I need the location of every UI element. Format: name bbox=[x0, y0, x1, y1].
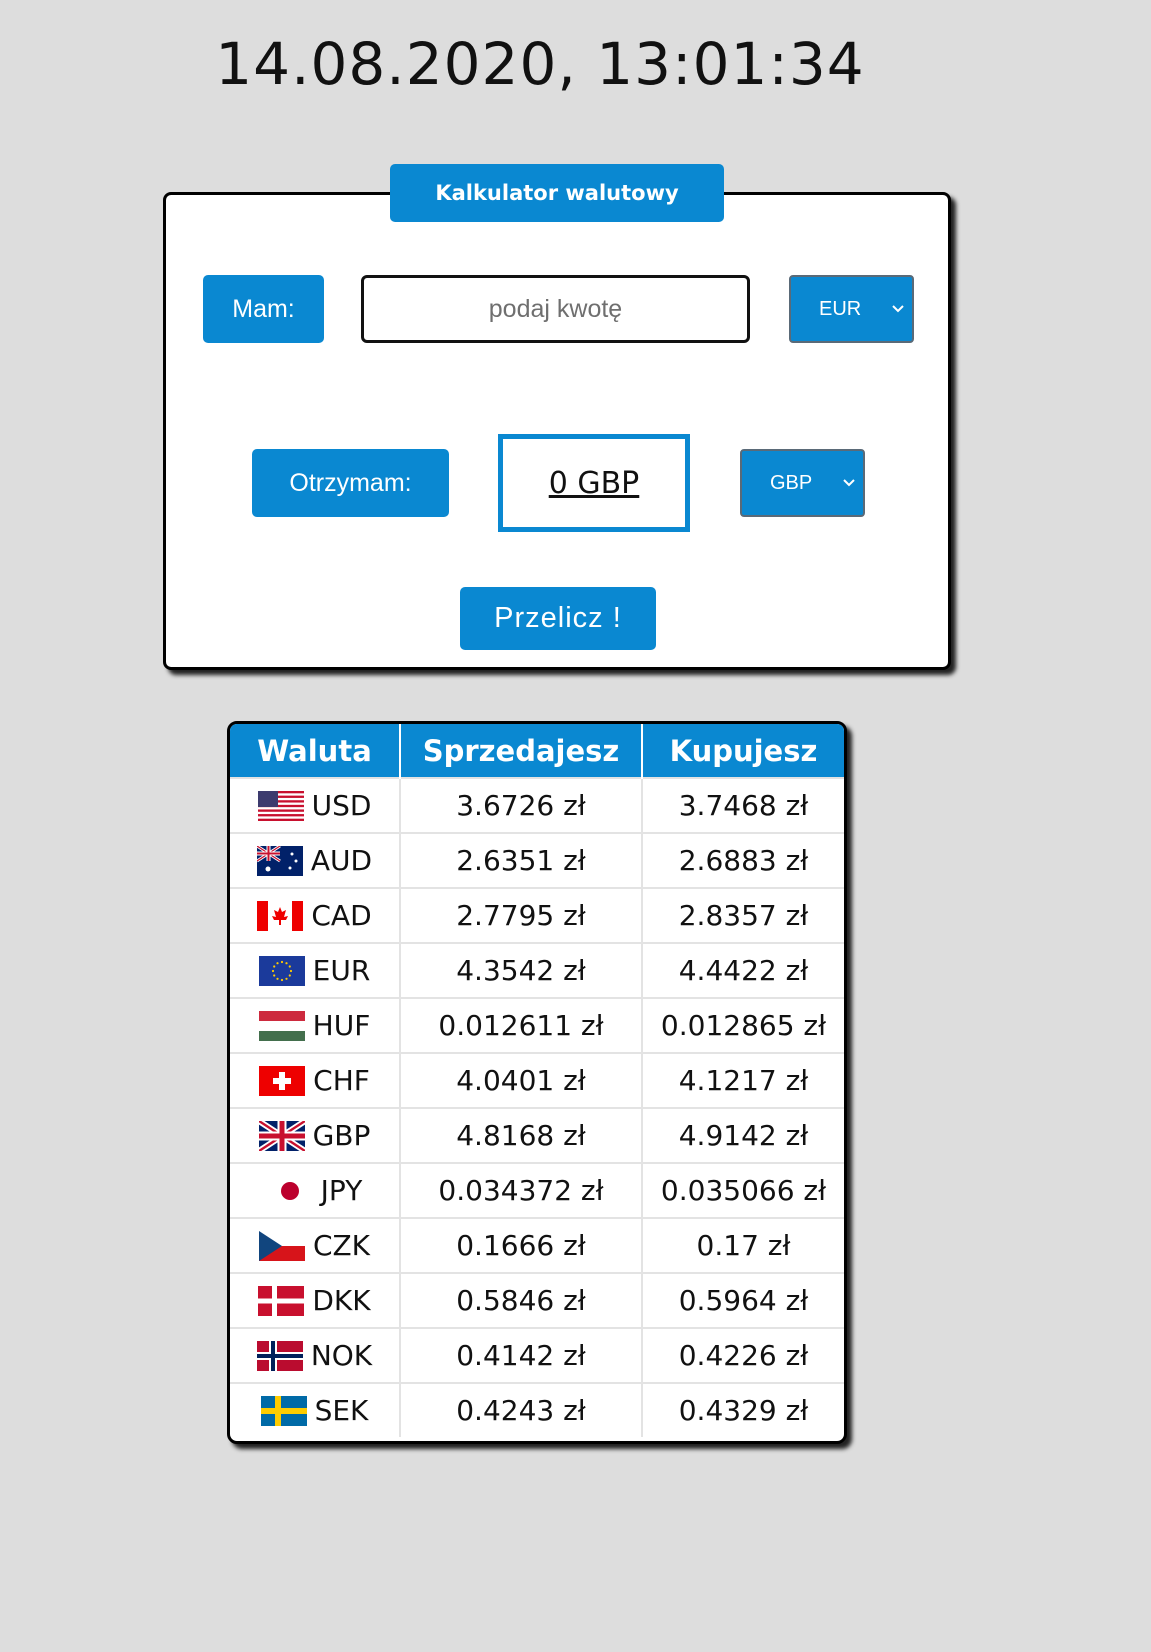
currency-code: CHF bbox=[313, 1064, 370, 1097]
currency-code: CAD bbox=[311, 899, 372, 932]
dk-flag-icon bbox=[258, 1285, 305, 1316]
table-row: DKK 0.5846 zł 0.5964 zł bbox=[230, 1272, 844, 1328]
datetime-display: 14.08.2020, 13:01:34 bbox=[215, 30, 865, 98]
buy-rate-cell: 0.5964 zł bbox=[642, 1272, 844, 1328]
table-row: CHF 4.0401 zł 4.1217 zł bbox=[230, 1052, 844, 1108]
currency-code: USD bbox=[311, 789, 372, 822]
chevron-down-icon bbox=[843, 479, 855, 487]
table-row: JPY 0.034372 zł 0.035066 zł bbox=[230, 1162, 844, 1218]
ca-flag-icon bbox=[257, 900, 304, 931]
currency-code: HUF bbox=[312, 1009, 371, 1042]
currency-code: SEK bbox=[314, 1394, 369, 1427]
table-row: AUD 2.6351 zł 2.6883 zł bbox=[230, 832, 844, 888]
sell-rate-cell: 0.1666 zł bbox=[400, 1217, 643, 1273]
table-row: GBP 4.8168 zł 4.9142 zł bbox=[230, 1107, 844, 1163]
currency-cell: CAD bbox=[230, 887, 401, 943]
sell-rate-cell: 3.6726 zł bbox=[400, 777, 643, 833]
buy-rate-cell: 0.4329 zł bbox=[642, 1382, 844, 1437]
currency-code: JPY bbox=[320, 1174, 363, 1207]
currency-cell: HUF bbox=[230, 997, 401, 1053]
convert-button[interactable]: Przelicz ! bbox=[460, 587, 656, 650]
au-flag-icon bbox=[256, 844, 303, 876]
sell-rate-cell: 2.6351 zł bbox=[400, 832, 643, 888]
sell-rate-cell: 4.3542 zł bbox=[400, 942, 643, 998]
currency-cell: JPY bbox=[230, 1162, 401, 1218]
us-flag-icon bbox=[257, 790, 304, 821]
to-currency-value: GBP bbox=[770, 471, 813, 494]
currency-cell: CHF bbox=[230, 1052, 401, 1108]
calculator-title: Kalkulator walutowy bbox=[390, 164, 724, 222]
from-currency-value: EUR bbox=[819, 297, 862, 320]
currency-cell: NOK bbox=[230, 1327, 401, 1383]
have-label: Mam: bbox=[203, 275, 324, 343]
sell-rate-cell: 2.7795 zł bbox=[400, 887, 643, 943]
conversion-result: 0 GBP bbox=[498, 434, 690, 532]
sell-rate-cell: 4.0401 zł bbox=[400, 1052, 643, 1108]
receive-label: Otrzymam: bbox=[252, 449, 449, 517]
sell-rate-cell: 0.012611 zł bbox=[400, 997, 643, 1053]
header-sell: Sprzedajesz bbox=[400, 724, 643, 778]
jp-flag-icon bbox=[266, 1175, 313, 1206]
buy-rate-cell: 3.7468 zł bbox=[642, 777, 844, 833]
sell-rate-cell: 0.5846 zł bbox=[400, 1272, 643, 1328]
currency-cell: EUR bbox=[230, 942, 401, 998]
table-row: USD 3.6726 zł 3.7468 zł bbox=[230, 777, 844, 833]
ch-flag-icon bbox=[259, 1065, 306, 1096]
eu-flag-icon bbox=[258, 955, 305, 986]
header-currency: Waluta bbox=[230, 724, 401, 778]
buy-rate-cell: 0.17 zł bbox=[642, 1217, 844, 1273]
from-currency-select[interactable]: EUR bbox=[789, 275, 914, 343]
currency-cell: GBP bbox=[230, 1107, 401, 1163]
buy-rate-cell: 0.4226 zł bbox=[642, 1327, 844, 1383]
currency-cell: SEK bbox=[230, 1382, 401, 1437]
amount-input[interactable] bbox=[361, 275, 750, 343]
chevron-down-icon bbox=[892, 305, 904, 313]
currency-cell: DKK bbox=[230, 1272, 401, 1328]
currency-code: DKK bbox=[312, 1284, 371, 1317]
currency-code: NOK bbox=[310, 1339, 373, 1372]
sell-rate-cell: 0.034372 zł bbox=[400, 1162, 643, 1218]
sell-rate-cell: 0.4142 zł bbox=[400, 1327, 643, 1383]
hu-flag-icon bbox=[258, 1010, 305, 1041]
table-header-row: Waluta Sprzedajesz Kupujesz bbox=[230, 724, 844, 778]
buy-rate-cell: 0.012865 zł bbox=[642, 997, 844, 1053]
sell-rate-cell: 0.4243 zł bbox=[400, 1382, 643, 1437]
currency-code: EUR bbox=[312, 954, 371, 987]
currency-code: GBP bbox=[312, 1119, 371, 1152]
sell-rate-cell: 4.8168 zł bbox=[400, 1107, 643, 1163]
table-row: CAD 2.7795 zł 2.8357 zł bbox=[230, 887, 844, 943]
buy-rate-cell: 4.9142 zł bbox=[642, 1107, 844, 1163]
table-row: HUF 0.012611 zł 0.012865 zł bbox=[230, 997, 844, 1053]
no-flag-icon bbox=[256, 1340, 303, 1371]
buy-rate-cell: 0.035066 zł bbox=[642, 1162, 844, 1218]
currency-cell: USD bbox=[230, 777, 401, 833]
currency-cell: AUD bbox=[230, 832, 401, 888]
table-row: CZK 0.1666 zł 0.17 zł bbox=[230, 1217, 844, 1273]
table-row: EUR 4.3542 zł 4.4422 zł bbox=[230, 942, 844, 998]
gb-flag-icon bbox=[256, 1117, 307, 1154]
currency-code: AUD bbox=[310, 844, 373, 877]
table-row: SEK 0.4243 zł 0.4329 zł bbox=[230, 1382, 844, 1437]
buy-rate-cell: 2.6883 zł bbox=[642, 832, 844, 888]
buy-rate-cell: 4.1217 zł bbox=[642, 1052, 844, 1108]
table-row: NOK 0.4142 zł 0.4226 zł bbox=[230, 1327, 844, 1383]
header-buy: Kupujesz bbox=[642, 724, 844, 778]
cz-flag-icon bbox=[258, 1230, 305, 1261]
buy-rate-cell: 4.4422 zł bbox=[642, 942, 844, 998]
exchange-rates-table: Waluta Sprzedajesz Kupujesz USD 3.6726 zł… bbox=[227, 721, 847, 1444]
buy-rate-cell: 2.8357 zł bbox=[642, 887, 844, 943]
currency-code: CZK bbox=[312, 1229, 371, 1262]
to-currency-select[interactable]: GBP bbox=[740, 449, 865, 517]
currency-cell: CZK bbox=[230, 1217, 401, 1273]
se-flag-icon bbox=[260, 1395, 307, 1426]
